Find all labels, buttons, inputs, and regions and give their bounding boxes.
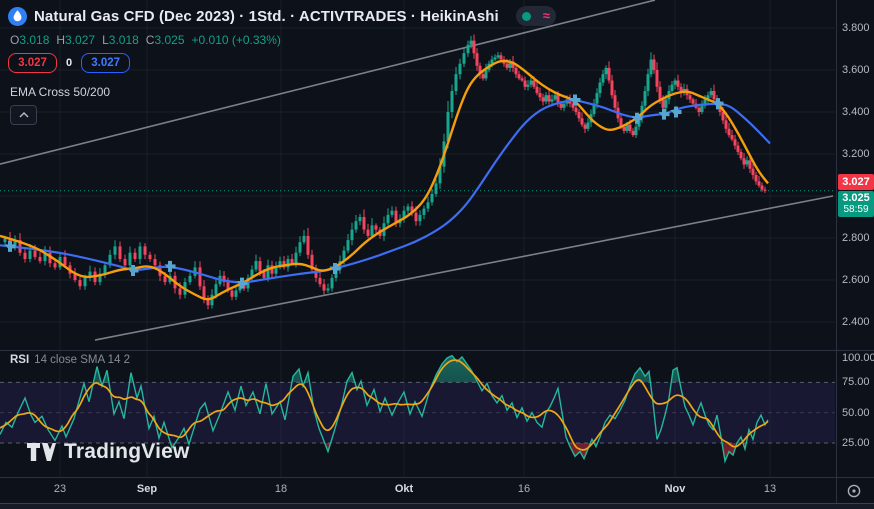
rsi-axis-label: 50.00 [842, 406, 870, 419]
open-value: 3.018 [19, 33, 50, 47]
time-axis-divider [0, 477, 874, 478]
price-axis[interactable]: 3.027 3.025 58:59 3.800 3.600 3.400 3.200 2.… [836, 0, 874, 503]
flame-icon [8, 6, 27, 26]
time-axis-label: Nov [664, 483, 686, 495]
price-axis-label: 3.800 [842, 22, 870, 34]
rsi-indicator-legend[interactable]: RSI 14 close SMA 14 2 [10, 354, 130, 366]
close-value: 3.025 [154, 33, 185, 47]
time-axis-label: 23 [53, 483, 67, 495]
sell-button[interactable]: 3.027 [8, 53, 57, 73]
price-axis-label: 3.600 [842, 64, 870, 76]
market-open-dot-icon [521, 11, 531, 21]
chevron-up-icon [18, 112, 29, 118]
low-value: 3.018 [108, 33, 139, 47]
buy-button[interactable]: 3.027 [81, 53, 131, 73]
market-status-pill[interactable]: ≈ [515, 6, 556, 26]
bar-countdown: 58:59 [843, 204, 869, 216]
change-value: +0.010 (+0.33%) [191, 33, 281, 47]
price-axis-label: 2.600 [842, 274, 870, 286]
ohlc-row: O3.018 H3.027 L3.018 C3.025 +0.010 (+0.33%) [10, 33, 556, 47]
time-axis-label: Okt [394, 483, 414, 495]
bid-price: 3.025 [842, 192, 870, 205]
ask-price-badge: 3.027 [838, 174, 874, 191]
time-axis-label: 16 [517, 483, 531, 495]
bottom-strip [0, 503, 874, 509]
open-label: O [10, 33, 20, 47]
low-label: L [102, 33, 109, 47]
collapse-indicators-button[interactable] [10, 105, 37, 125]
rsi-params: 14 close SMA 14 2 [34, 354, 131, 366]
price-axis-label: 3.400 [842, 106, 870, 118]
trendline[interactable] [94, 195, 834, 341]
rsi-axis-label: 100.00 [842, 352, 874, 364]
symbol-title[interactable]: Natural Gas CFD (Dec 2023) · 1Std. · ACT… [34, 8, 499, 25]
price-axis-label: 2.800 [842, 232, 870, 244]
watermark-text: TradingView [64, 440, 190, 463]
spread-value: 0 [66, 57, 73, 69]
delayed-data-icon: ≈ [542, 8, 550, 23]
tradingview-logo-icon [27, 443, 56, 461]
rsi-axis-label: 25.00 [842, 436, 870, 449]
tradingview-watermark: TradingView [26, 440, 190, 464]
gear-icon[interactable] [845, 482, 863, 500]
time-axis-label: Sep [136, 483, 158, 495]
price-axis-label: 2.400 [842, 316, 870, 328]
bid-price-badge: 3.025 58:59 [838, 191, 874, 218]
chart-legend: Natural Gas CFD (Dec 2023) · 1Std. · ACT… [8, 6, 556, 125]
rsi-title: RSI [10, 354, 30, 366]
pane-divider[interactable] [0, 350, 874, 351]
high-value: 3.027 [65, 33, 96, 47]
time-axis-label: 18 [274, 483, 288, 495]
rsi-axis-label: 75.00 [842, 376, 870, 389]
indicator-legend[interactable]: EMA Cross 50/200 [10, 85, 556, 99]
time-axis-label: 13 [763, 483, 777, 495]
price-axis-label: 3.200 [842, 148, 870, 160]
time-axis[interactable]: 23 Sep 18 Okt 16 Nov 13 [0, 477, 835, 503]
high-label: H [56, 33, 66, 47]
